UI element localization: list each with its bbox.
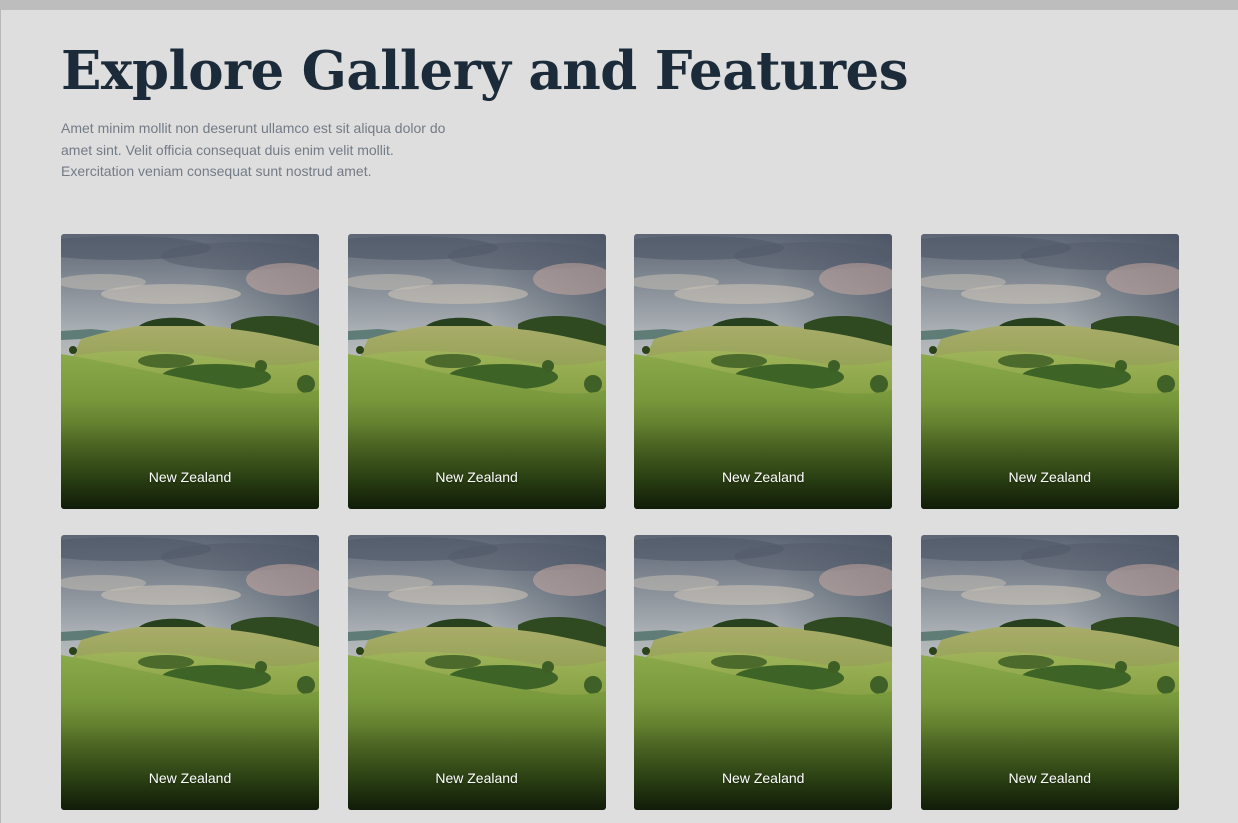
landscape-image [634, 535, 893, 810]
card-caption: New Zealand [148, 770, 232, 786]
landscape-image [634, 234, 893, 509]
gallery-card[interactable]: New Zealand [634, 234, 893, 509]
landscape-image [920, 535, 1179, 810]
gallery-card[interactable]: New Zealand [61, 535, 319, 810]
gallery-card[interactable]: New Zealand [347, 535, 606, 810]
page-left-border [0, 10, 1, 823]
card-caption: New Zealand [721, 770, 805, 786]
card-caption: New Zealand [1008, 469, 1092, 485]
intro-paragraph: Amet minim mollit non deserunt ullamco e… [61, 120, 446, 179]
page-title: Explore Gallery and Features [61, 40, 909, 102]
gallery-card[interactable]: New Zealand [347, 234, 606, 509]
gallery-card[interactable]: New Zealand [920, 535, 1179, 810]
gallery-card[interactable]: New Zealand [634, 535, 893, 810]
card-caption: New Zealand [435, 770, 518, 786]
gallery-card[interactable]: New Zealand [61, 234, 319, 509]
top-bar [0, 0, 1238, 10]
landscape-image [920, 234, 1179, 509]
card-caption: New Zealand [721, 469, 805, 485]
card-caption: New Zealand [435, 469, 518, 485]
landscape-image [61, 234, 319, 509]
landscape-image [347, 234, 606, 509]
landscape-image [347, 535, 606, 810]
landscape-image [61, 535, 319, 810]
card-caption: New Zealand [148, 469, 232, 485]
gallery-grid: New Zealand New Zealand New Zealand New … [61, 234, 1179, 810]
card-caption: New Zealand [1008, 770, 1092, 786]
gallery-card[interactable]: New Zealand [920, 234, 1179, 509]
